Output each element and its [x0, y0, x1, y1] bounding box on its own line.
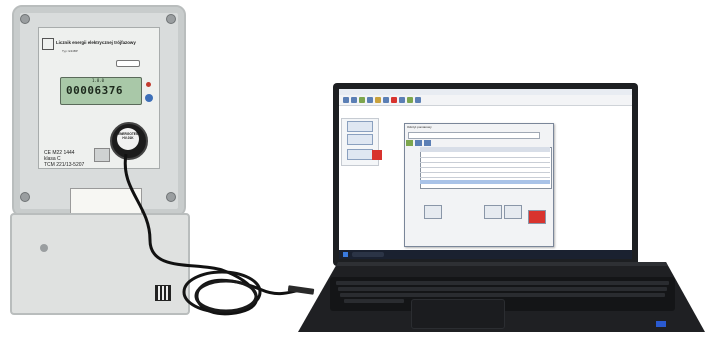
close-button[interactable]: [528, 210, 546, 224]
refresh-icon[interactable]: [359, 97, 365, 103]
search-icon[interactable]: [415, 140, 422, 146]
key-row: [336, 281, 669, 285]
exit-icon[interactable]: [372, 150, 382, 160]
zapisz-button[interactable]: [424, 205, 442, 219]
dialog-title: Odczyt pomiarowy: [407, 125, 432, 129]
help-icon[interactable]: [415, 97, 421, 103]
key-row: [338, 287, 667, 291]
taskbar-search[interactable]: [352, 252, 384, 257]
table-row[interactable]: [420, 172, 550, 173]
table-row[interactable]: [420, 167, 550, 168]
play-icon[interactable]: [406, 140, 413, 146]
trackpad[interactable]: [411, 299, 505, 329]
table-row[interactable]: [420, 157, 550, 158]
filter-icon[interactable]: [424, 140, 431, 146]
chart-icon[interactable]: [383, 97, 389, 103]
windows-start-icon[interactable]: [343, 252, 348, 257]
table-row[interactable]: [420, 177, 550, 178]
settings-button[interactable]: [504, 205, 522, 219]
key-row: [340, 293, 665, 297]
export-icon[interactable]: [407, 97, 413, 103]
dialog-input-row[interactable]: [408, 132, 540, 139]
laptop-sticker: [656, 321, 666, 327]
table-row[interactable]: [420, 162, 550, 163]
data-grid-header: [420, 147, 550, 152]
read-button[interactable]: [484, 205, 502, 219]
key-row: [344, 299, 404, 303]
sidebar-item-settings[interactable]: [347, 149, 373, 160]
close-icon[interactable]: [391, 97, 397, 103]
print-icon[interactable]: [367, 97, 373, 103]
sidebar-item-params[interactable]: [347, 134, 373, 145]
save-icon[interactable]: [351, 97, 357, 103]
settings-icon[interactable]: [375, 97, 381, 103]
meter-icon[interactable]: [399, 97, 405, 103]
sidebar-item-read[interactable]: [347, 121, 373, 132]
selected-row[interactable]: [420, 180, 550, 184]
folder-icon[interactable]: [343, 97, 349, 103]
